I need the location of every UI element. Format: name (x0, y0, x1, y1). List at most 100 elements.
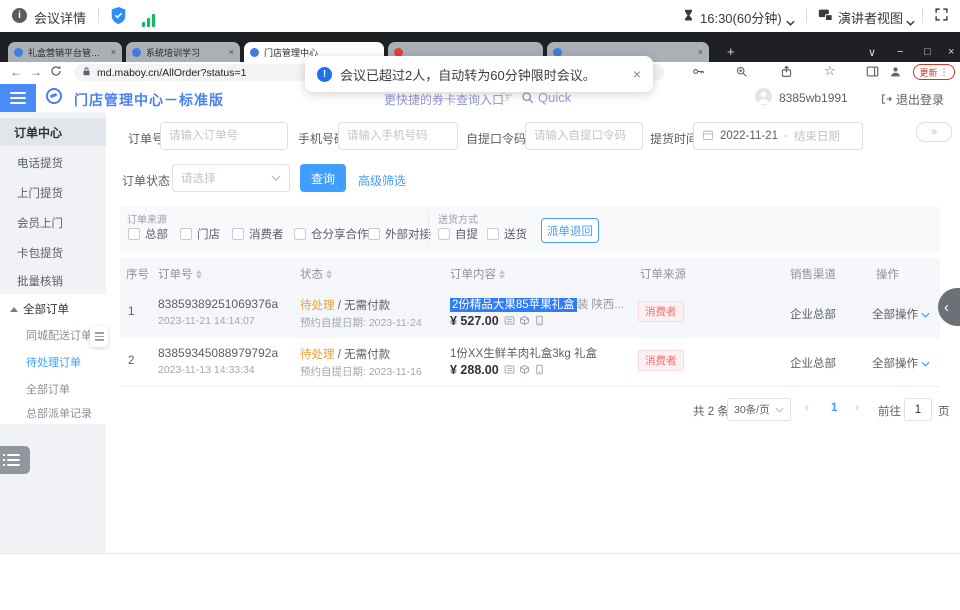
sort-icon[interactable] (326, 270, 332, 279)
order-no-input[interactable] (160, 122, 288, 150)
profile-icon[interactable] (889, 65, 902, 83)
timer-chevron-down-icon[interactable] (786, 13, 795, 31)
checkbox-label: 仓分享合作 (311, 226, 369, 242)
meeting-details-button[interactable]: 会议详情 (34, 8, 86, 27)
sidebar-item-batch-verify[interactable]: 批量核销 (0, 266, 106, 296)
shield-security-icon[interactable] (110, 6, 127, 30)
prev-page-button[interactable]: ‹ (805, 402, 809, 414)
checkbox-icon[interactable] (294, 228, 306, 240)
sidebar-subitem-pending-orders-active[interactable]: 待处理订单 (0, 349, 106, 375)
checkbox-icon[interactable] (438, 228, 450, 240)
sort-icon[interactable] (196, 270, 202, 279)
browser-tab-2[interactable]: 系统培训学习 × (126, 42, 240, 62)
view-mode-button[interactable]: 演讲者视图 (838, 8, 903, 27)
checkbox-icon[interactable] (487, 228, 499, 240)
sidebar-item-card-pickup[interactable]: 卡包提货 (0, 238, 106, 268)
col-header-content[interactable]: 订单内容 (450, 266, 505, 282)
quick-entry-link[interactable]: Quick (538, 90, 571, 105)
tab-label: 礼盒营销平台管理中心 (28, 46, 106, 59)
sidebar-drag-handle[interactable] (90, 326, 108, 347)
order-status-select[interactable]: 请选择 (172, 164, 290, 192)
coupon-icon (504, 315, 515, 326)
window-minimize-icon[interactable]: − (897, 46, 903, 58)
checkbox-external[interactable]: 外部对接 (368, 226, 431, 242)
sidebar-subitem-all-orders[interactable]: 全部订单 (0, 376, 106, 402)
floating-list-button[interactable] (0, 446, 30, 474)
new-tab-button[interactable]: + (727, 44, 735, 59)
all-actions-dropdown[interactable]: 全部操作 (872, 306, 930, 322)
zoom-icon[interactable] (735, 65, 748, 83)
order-status: 待处理 / 无需付款 (300, 346, 390, 362)
search-button[interactable]: 查询 (300, 164, 346, 192)
quick-search-icon[interactable] (521, 91, 534, 109)
tab-close-icon[interactable]: × (229, 47, 234, 57)
logout-icon[interactable] (880, 92, 892, 110)
sidebar-subitem-hq-dispatch-records[interactable]: 总部派单记录 (0, 400, 106, 426)
browser-tab-1[interactable]: 礼盒营销平台管理中心 × (8, 42, 122, 62)
network-signal-icon[interactable] (142, 9, 157, 27)
window-maximize-icon[interactable]: □ (924, 46, 931, 58)
box-icon (519, 364, 530, 375)
meeting-panel-toggle[interactable]: ‹ (938, 288, 960, 326)
forward-icon[interactable]: → (30, 64, 42, 80)
checkbox-self-pickup[interactable]: 自提 (438, 226, 478, 242)
checkbox-warehouse-share[interactable]: 仓分享合作 (294, 226, 369, 242)
meeting-timer[interactable]: 16:30(60分钟) (700, 8, 782, 27)
checkbox-store[interactable]: 门店 (180, 226, 220, 242)
sidebar-group-all-orders[interactable]: 全部订单 (0, 296, 106, 322)
order-source-group-label: 订单来源 (127, 211, 167, 226)
side-panel-icon[interactable] (866, 65, 879, 83)
checkbox-icon[interactable] (368, 228, 380, 240)
sidebar-item-member-visit[interactable]: 会员上门 (0, 208, 106, 238)
bookmark-star-icon[interactable]: ☆ (824, 63, 836, 79)
pickup-time-label: 提货时间 (650, 130, 698, 147)
chrome-update-button[interactable]: 更新⋮ (913, 64, 955, 80)
col-header-status[interactable]: 状态 (300, 266, 332, 282)
page-size-value: 30条/页 (734, 402, 770, 417)
sidebar-item-phone-pickup[interactable]: 电话提货 (0, 148, 106, 178)
info-icon[interactable]: i (12, 8, 27, 23)
checkbox-delivery[interactable]: 送货 (487, 226, 527, 242)
sort-icon[interactable] (499, 270, 505, 279)
all-actions-dropdown[interactable]: 全部操作 (872, 355, 930, 371)
checkbox-hq[interactable]: 总部 (128, 226, 168, 242)
advanced-filter-link[interactable]: 高级筛选 (358, 172, 406, 189)
table-row[interactable]: 1 83859389251069376a 2023-11-21 14:14:07… (120, 288, 940, 339)
col-header-source: 订单来源 (640, 266, 686, 282)
fullscreen-icon[interactable] (934, 7, 949, 27)
expand-arrow-icon (10, 307, 18, 312)
window-menu-icon[interactable]: ∨ (868, 46, 876, 59)
window-close-icon[interactable]: × (948, 46, 954, 58)
sales-channel: 企业总部 (790, 306, 836, 322)
checkbox-icon[interactable] (128, 228, 140, 240)
date-range-picker[interactable]: 2022-11-21 - 结束日期 (693, 122, 863, 150)
user-avatar (755, 88, 772, 105)
sidebar-item-door-pickup[interactable]: 上门提货 (0, 178, 106, 208)
current-page[interactable]: 1 (831, 402, 837, 414)
phone-input[interactable] (338, 122, 458, 150)
next-page-button[interactable]: › (855, 402, 859, 414)
tab-close-icon[interactable]: × (698, 47, 703, 57)
page-size-select[interactable]: 30条/页 (727, 398, 791, 421)
view-chevron-down-icon[interactable] (906, 13, 915, 31)
collapse-filters-button[interactable]: » (916, 122, 952, 142)
share-icon[interactable] (780, 65, 793, 83)
table-row[interactable]: 2 83859345088979792a 2023-11-13 14:33:34… (120, 338, 940, 387)
pickup-code-input[interactable] (525, 122, 643, 150)
back-icon[interactable]: ← (10, 64, 22, 80)
tab-close-icon[interactable]: × (111, 47, 116, 57)
logout-link[interactable]: 退出登录 (896, 91, 944, 108)
dispatch-return-button[interactable]: 派单退回 (541, 218, 599, 243)
phone-icon (534, 315, 545, 326)
goto-page-input[interactable] (904, 398, 932, 421)
checkbox-consumer[interactable]: 消费者 (232, 226, 284, 242)
checkbox-icon[interactable] (232, 228, 244, 240)
coupon-icon (504, 364, 515, 375)
checkbox-icon[interactable] (180, 228, 192, 240)
hamburger-menu-button[interactable] (0, 84, 36, 112)
order-price: ¥ 288.00 (450, 363, 545, 377)
col-header-order-no[interactable]: 订单号 (158, 266, 202, 282)
refresh-icon[interactable] (50, 65, 62, 81)
toast-close-icon[interactable]: × (633, 66, 641, 82)
password-key-icon[interactable] (692, 65, 705, 83)
